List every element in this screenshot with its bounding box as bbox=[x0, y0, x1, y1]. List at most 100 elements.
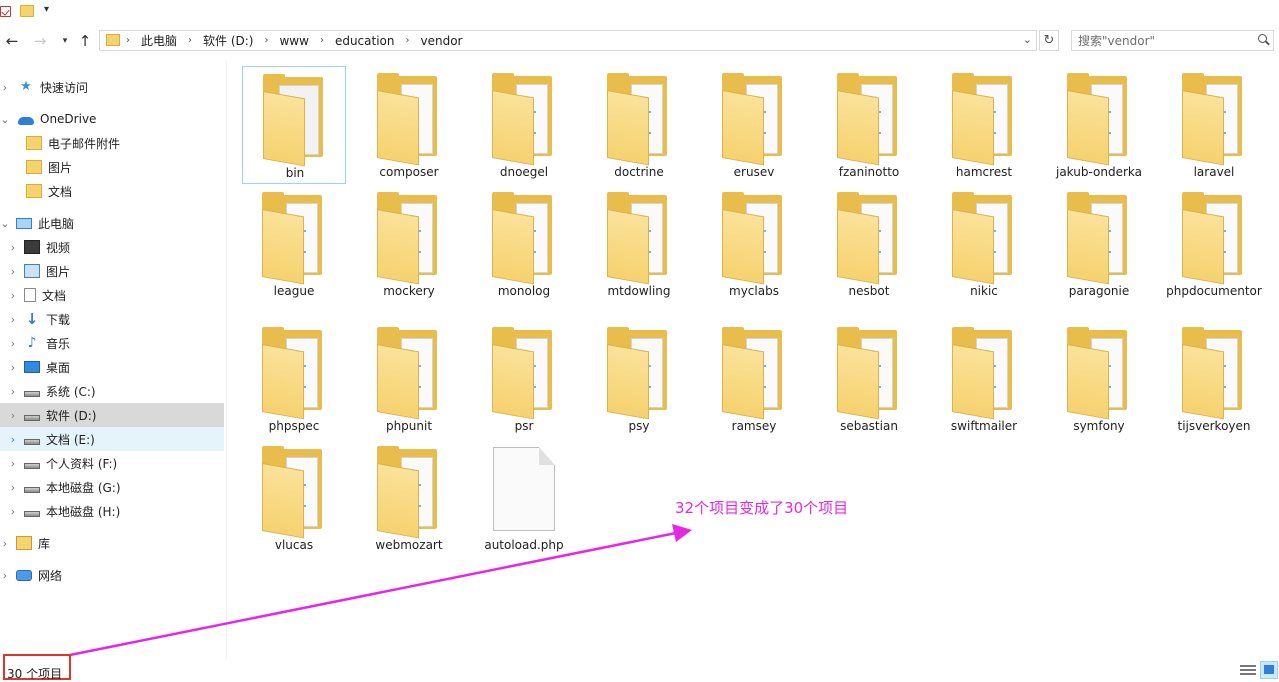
chevron-right-icon[interactable]: › bbox=[8, 265, 18, 278]
folder-icon bbox=[837, 327, 897, 420]
item-name: doctrine bbox=[614, 165, 664, 179]
folder-item[interactable]: doctrine bbox=[587, 66, 691, 184]
breadcrumb-item[interactable]: 软件 (D:) bbox=[203, 32, 253, 49]
chevron-down-icon[interactable]: ⌄ bbox=[0, 113, 10, 126]
nav-item-videos[interactable]: › 视频 bbox=[0, 235, 224, 259]
large-icons-view-icon[interactable] bbox=[1260, 661, 1278, 679]
folder-item[interactable]: erusev bbox=[702, 66, 806, 184]
folder-item[interactable]: laravel bbox=[1162, 66, 1266, 184]
nav-item-label: 桌面 bbox=[46, 360, 71, 375]
search-input[interactable] bbox=[1078, 31, 1248, 50]
details-view-icon[interactable] bbox=[1240, 663, 1256, 677]
nav-item-label: 此电脑 bbox=[38, 216, 75, 231]
folder-item[interactable]: sebastian bbox=[817, 320, 921, 438]
forward-button[interactable]: → bbox=[31, 31, 49, 51]
folder-item[interactable]: ⚙bin bbox=[242, 66, 346, 184]
chevron-right-icon[interactable]: › bbox=[8, 241, 18, 254]
folder-item[interactable]: hamcrest bbox=[932, 66, 1036, 184]
nav-item-drive-h[interactable]: › 本地磁盘 (H:) bbox=[0, 499, 224, 523]
folder-item[interactable]: paragonie bbox=[1047, 185, 1151, 303]
folder-item[interactable]: composer bbox=[357, 66, 461, 184]
chevron-right-icon[interactable]: › bbox=[320, 35, 324, 46]
breadcrumb-item[interactable]: education bbox=[335, 34, 395, 48]
chevron-right-icon[interactable]: › bbox=[8, 289, 18, 302]
nav-item-pictures[interactable]: › 图片 bbox=[0, 259, 224, 283]
folder-item[interactable]: league bbox=[242, 185, 346, 303]
chevron-right-icon[interactable]: › bbox=[188, 35, 192, 46]
new-folder-icon[interactable] bbox=[20, 5, 34, 17]
nav-item-onedrive-documents[interactable]: 文档 bbox=[0, 179, 224, 203]
chevron-right-icon[interactable]: › bbox=[8, 457, 18, 470]
chevron-right-icon[interactable]: › bbox=[264, 35, 268, 46]
back-button[interactable]: ← bbox=[3, 31, 21, 51]
chevron-right-icon[interactable]: › bbox=[126, 35, 130, 46]
star-icon: ★ bbox=[20, 79, 32, 94]
properties-icon[interactable] bbox=[0, 6, 11, 17]
chevron-right-icon[interactable]: › bbox=[8, 337, 18, 350]
breadcrumb-item[interactable]: www bbox=[279, 34, 308, 48]
search-icon[interactable] bbox=[1258, 34, 1267, 43]
folder-item[interactable]: tijsverkoyen bbox=[1162, 320, 1266, 438]
folder-item[interactable]: phpdocumentor bbox=[1162, 185, 1266, 303]
nav-item-this-pc[interactable]: ⌄ 此电脑 bbox=[0, 211, 224, 235]
folder-item[interactable]: psy bbox=[587, 320, 691, 438]
customize-toolbar-chevron-icon[interactable]: ▾ bbox=[44, 4, 49, 15]
nav-item-drive-f[interactable]: › 个人资料 (F:) bbox=[0, 451, 224, 475]
breadcrumb-item[interactable]: vendor bbox=[420, 34, 462, 48]
folder-item[interactable]: jakub-onderka bbox=[1047, 66, 1151, 184]
folder-item[interactable]: mtdowling bbox=[587, 185, 691, 303]
folder-item[interactable]: nikic bbox=[932, 185, 1036, 303]
folder-item[interactable]: ramsey bbox=[702, 320, 806, 438]
chevron-down-icon[interactable]: ⌄ bbox=[0, 217, 10, 230]
chevron-right-icon[interactable]: › bbox=[8, 433, 18, 446]
folder-item[interactable]: mockery bbox=[357, 185, 461, 303]
nav-item-onedrive-pictures[interactable]: 图片 bbox=[0, 155, 224, 179]
pane-divider[interactable] bbox=[226, 60, 227, 660]
chevron-right-icon[interactable]: › bbox=[8, 385, 18, 398]
chevron-right-icon[interactable]: › bbox=[0, 81, 10, 94]
chevron-right-icon[interactable]: › bbox=[8, 505, 18, 518]
folder-item[interactable]: vlucas bbox=[242, 439, 346, 557]
item-name: hamcrest bbox=[955, 165, 1013, 179]
up-button[interactable]: ↑ bbox=[76, 31, 94, 51]
nav-item-desktop[interactable]: › 桌面 bbox=[0, 355, 224, 379]
nav-item-libraries[interactable]: › 库 bbox=[0, 531, 224, 555]
nav-item-downloads[interactable]: › ↓ 下载 bbox=[0, 307, 224, 331]
nav-item-documents[interactable]: › 文档 bbox=[0, 283, 224, 307]
nav-item-network[interactable]: › 网络 bbox=[0, 563, 224, 587]
folder-item[interactable]: monolog bbox=[472, 185, 576, 303]
folder-item[interactable]: symfony bbox=[1047, 320, 1151, 438]
chevron-right-icon[interactable]: › bbox=[0, 569, 10, 582]
folder-item[interactable]: swiftmailer bbox=[932, 320, 1036, 438]
nav-item-drive-d[interactable]: › 软件 (D:) bbox=[0, 403, 224, 427]
nav-item-drive-c[interactable]: › 系统 (C:) bbox=[0, 379, 224, 403]
nav-item-quick-access[interactable]: › ★ 快速访问 bbox=[0, 75, 224, 99]
folder-item[interactable]: phpspec bbox=[242, 320, 346, 438]
item-name: nikic bbox=[970, 284, 998, 298]
address-bar[interactable]: › 此电脑 › 软件 (D:) › www › education › vend… bbox=[99, 30, 1037, 51]
chevron-right-icon[interactable]: › bbox=[8, 361, 18, 374]
chevron-down-icon[interactable]: ⌄ bbox=[1023, 33, 1032, 46]
nav-item-drive-e[interactable]: › 文档 (E:) bbox=[0, 427, 224, 451]
nav-item-onedrive[interactable]: ⌄ OneDrive bbox=[0, 107, 224, 131]
chevron-right-icon[interactable]: › bbox=[8, 313, 18, 326]
chevron-right-icon[interactable]: › bbox=[0, 537, 10, 550]
nav-item-drive-g[interactable]: › 本地磁盘 (G:) bbox=[0, 475, 224, 499]
refresh-button[interactable]: ↻ bbox=[1039, 30, 1059, 51]
chevron-right-icon[interactable]: › bbox=[405, 35, 409, 46]
folder-item[interactable]: phpunit bbox=[357, 320, 461, 438]
nav-item-email-attachments[interactable]: 电子邮件附件 bbox=[0, 131, 224, 155]
chevron-right-icon[interactable]: › bbox=[8, 409, 18, 422]
nav-item-music[interactable]: › ♪ 音乐 bbox=[0, 331, 224, 355]
folder-item[interactable]: fzaninotto bbox=[817, 66, 921, 184]
folder-item[interactable]: psr bbox=[472, 320, 576, 438]
recent-locations-chevron-icon[interactable]: ▾ bbox=[56, 31, 74, 51]
chevron-right-icon[interactable]: › bbox=[8, 481, 18, 494]
folder-item[interactable]: nesbot bbox=[817, 185, 921, 303]
folder-item[interactable]: webmozart bbox=[357, 439, 461, 557]
folder-icon bbox=[377, 192, 437, 285]
file-item[interactable]: autoload.php bbox=[472, 439, 576, 557]
folder-item[interactable]: dnoegel bbox=[472, 66, 576, 184]
breadcrumb-item[interactable]: 此电脑 bbox=[141, 32, 177, 49]
folder-item[interactable]: myclabs bbox=[702, 185, 806, 303]
